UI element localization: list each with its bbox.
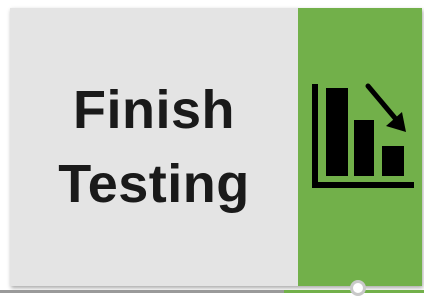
timeline-node [350,280,366,296]
step-label-panel: Finish Testing [10,8,298,286]
step-title-line-2: Testing [58,154,250,214]
step-title-line-1: Finish [73,80,235,140]
bar-chart-decreasing-icon [312,83,414,188]
step-icon-panel [298,8,422,286]
finish-testing-card: Finish Testing [10,8,422,286]
